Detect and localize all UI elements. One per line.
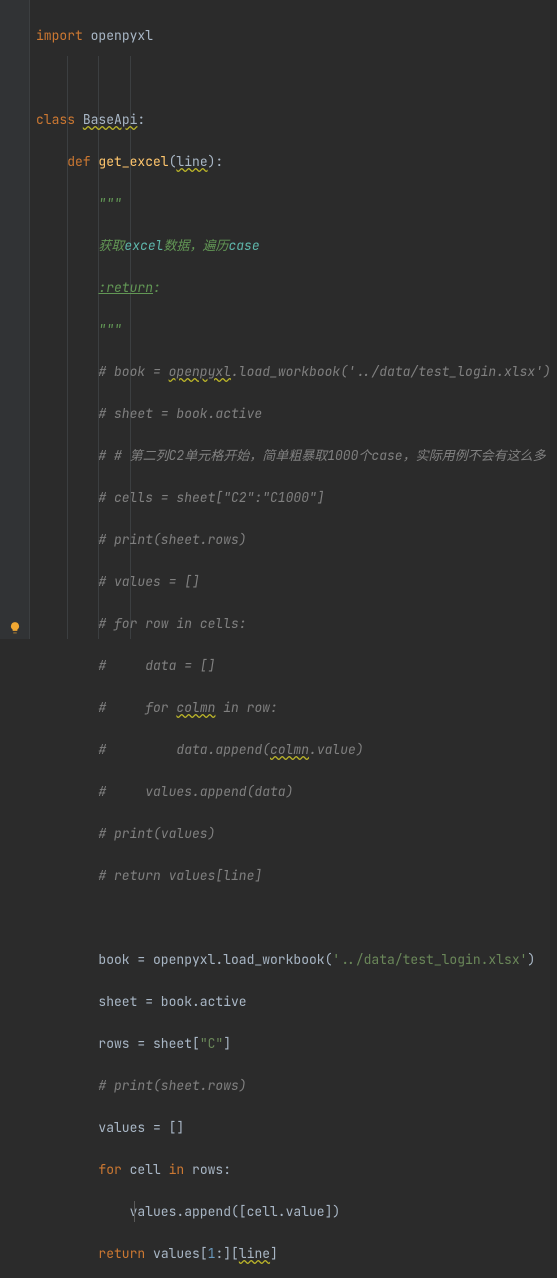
keyword-import: import	[36, 27, 83, 44]
comment-line: # values = []	[98, 573, 199, 590]
number-literal: 1	[208, 1245, 216, 1262]
comment-line: # data.append(	[98, 741, 270, 758]
comment-line: # values.append(data)	[98, 783, 293, 800]
editor-gutter	[0, 0, 30, 639]
code-text: sheet = book.active	[98, 993, 246, 1010]
variable-ref: line	[239, 1245, 270, 1262]
comment-line: # book =	[98, 363, 168, 380]
code-editor[interactable]: import openpyxl class BaseApi: def get_e…	[30, 0, 557, 639]
comment-line: # print(sheet.rows)	[98, 531, 246, 548]
docstring-tag: :return	[98, 279, 153, 296]
module-name: openpyxl	[83, 27, 153, 44]
function-param: line	[176, 153, 207, 170]
class-name: BaseApi	[83, 111, 138, 128]
lightbulb-icon[interactable]	[8, 621, 22, 635]
keyword-for: for	[98, 1161, 129, 1178]
keyword-class: class	[36, 111, 83, 128]
comment-line: # for	[98, 699, 176, 716]
keyword-in: in	[169, 1161, 192, 1178]
comment-line: # for row in cells:	[98, 615, 246, 632]
code-text: values = []	[98, 1119, 184, 1136]
code-text: rows = sheet[	[98, 1035, 199, 1052]
docstring-quote: """	[98, 321, 121, 338]
docstring-quote: """	[98, 195, 121, 212]
comment-line: # print(sheet.rows)	[98, 1077, 246, 1094]
comment-line: # # 第二列C2单元格开始，简单粗暴取1000个case，实际用例不会有这么多	[98, 447, 545, 464]
string-literal: "C"	[200, 1035, 223, 1052]
comment-line: # return values[line]	[98, 867, 262, 884]
keyword-return: return	[98, 1245, 153, 1262]
comment-line: # sheet = book.active	[98, 405, 262, 422]
comment-line: # print(values)	[98, 825, 215, 842]
string-literal: '../data/test_login.xlsx'	[332, 951, 527, 968]
comment-line: # cells = sheet["C2":"C1000"]	[98, 489, 324, 506]
function-name: get_excel	[98, 153, 168, 170]
comment-line: # data = []	[98, 657, 215, 674]
code-text: values.append([cell.value])	[130, 1203, 341, 1220]
keyword-def: def	[67, 153, 98, 170]
code-text: book = openpyxl.load_workbook(	[98, 951, 332, 968]
